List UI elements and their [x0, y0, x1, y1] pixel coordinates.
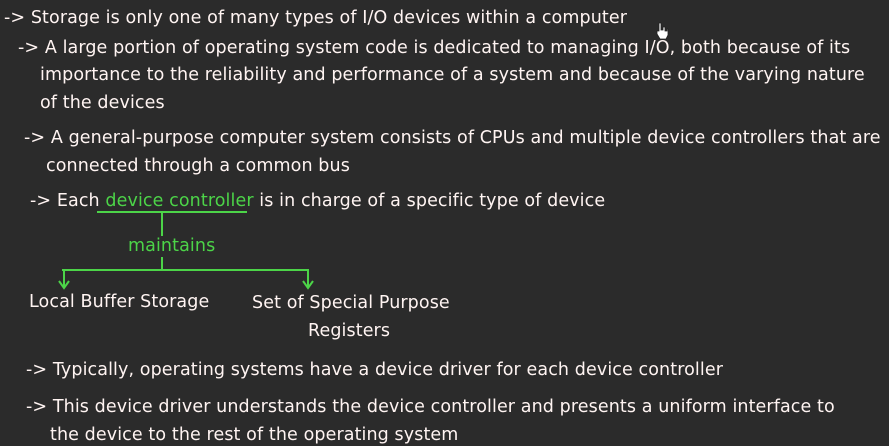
device-controller-underline — [97, 211, 247, 213]
left-arrowhead — [58, 280, 70, 290]
maintains-label: maintains — [128, 236, 216, 256]
bullet-general-purpose-line1: -> A general-purpose computer system con… — [24, 128, 881, 148]
bullet-uniform-interface-line2: the device to the rest of the operating … — [50, 425, 459, 445]
bullet-device-controller: -> Each device controller is in charge o… — [30, 190, 605, 212]
pointer-cursor-icon — [656, 22, 669, 40]
special-registers-label-line2: Registers — [308, 321, 391, 341]
bullet-os-code-line3: of the devices — [40, 93, 165, 113]
local-buffer-storage-label: Local Buffer Storage — [29, 292, 210, 312]
bullet-device-controller-suffix: is in charge of a specific type of devic… — [253, 191, 606, 211]
bullet-os-code-line2: importance to the reliability and perfor… — [40, 65, 865, 85]
bullet-os-code-line1: -> A large portion of operating system c… — [18, 38, 851, 58]
bullet-device-driver: -> Typically, operating systems have a d… — [26, 360, 724, 380]
bullet-uniform-interface-line1: -> This device driver understands the de… — [26, 397, 835, 417]
bullet-storage-io: -> Storage is only one of many types of … — [4, 8, 628, 28]
right-arrowhead — [302, 280, 314, 290]
bullet-device-controller-prefix: -> Each — [30, 191, 106, 211]
bullet-general-purpose-line2: connected through a common bus — [46, 156, 350, 176]
special-registers-label-line1: Set of Special Purpose — [252, 293, 450, 313]
device-controller-highlight: device controller — [105, 191, 254, 211]
